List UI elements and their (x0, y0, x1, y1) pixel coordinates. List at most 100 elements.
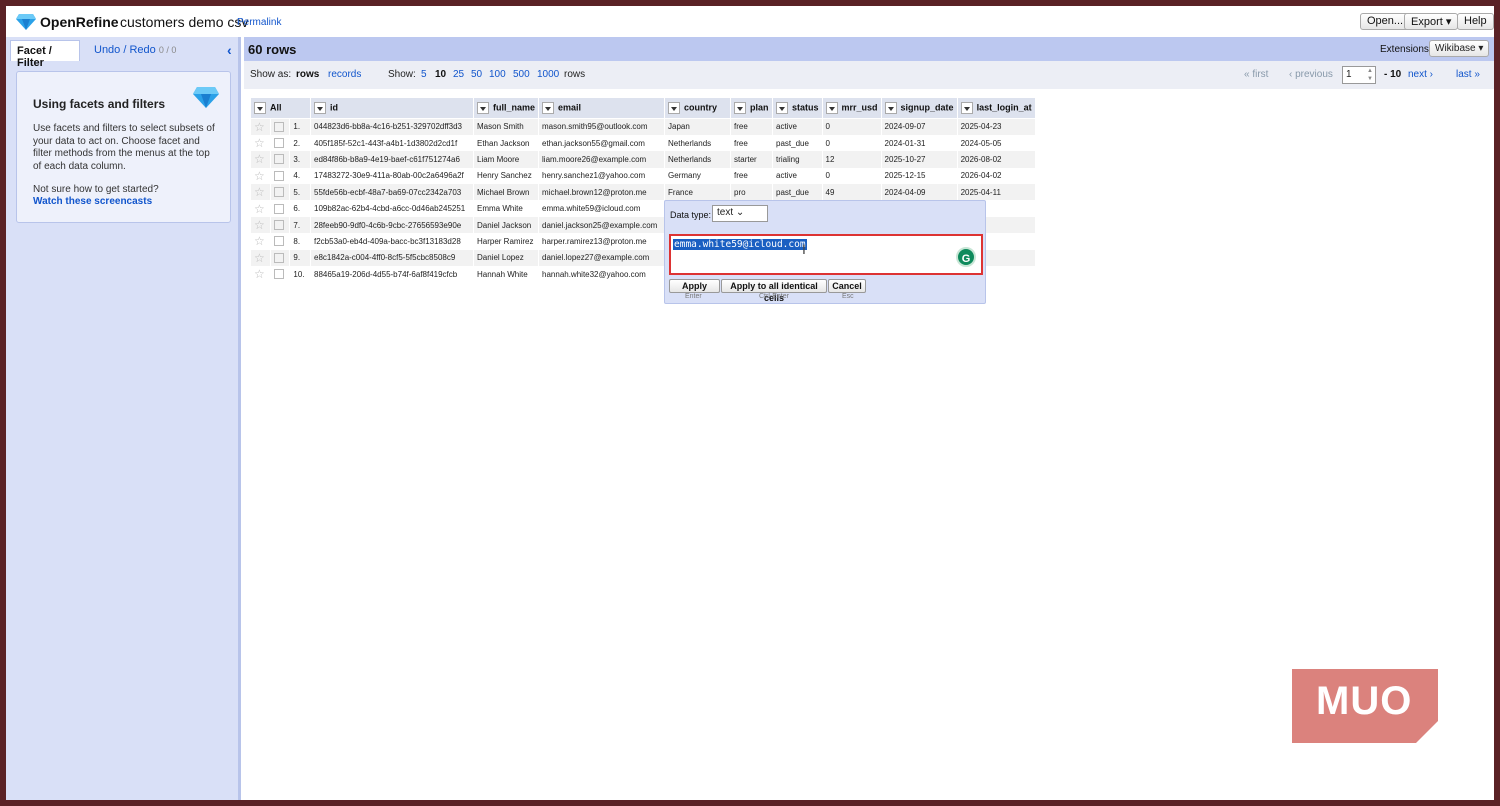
table-cell[interactable]: liam.moore26@example.com (538, 151, 665, 168)
column-menu-arrow-icon[interactable] (825, 102, 838, 114)
table-cell[interactable]: starter (730, 151, 773, 168)
table-cell[interactable]: 12 (821, 151, 882, 168)
page-size-500[interactable]: 500 (513, 69, 530, 80)
star-cell[interactable]: ☆ (249, 118, 271, 135)
star-icon[interactable]: ☆ (254, 185, 265, 199)
star-cell[interactable]: ☆ (249, 184, 271, 201)
flag-icon[interactable] (274, 154, 285, 165)
next-page-link[interactable]: next › (1408, 69, 1433, 80)
table-cell[interactable]: ethan.jackson55@gmail.com (538, 134, 665, 152)
table-cell[interactable]: Michael Brown (472, 184, 539, 201)
column-menu-arrow-icon[interactable] (542, 102, 555, 114)
table-cell[interactable]: henry.sanchez1@yahoo.com (538, 167, 665, 185)
star-cell[interactable]: ☆ (249, 216, 271, 234)
star-cell[interactable]: ☆ (249, 233, 271, 250)
table-cell[interactable]: free (730, 167, 773, 185)
star-icon[interactable]: ☆ (254, 267, 265, 281)
flag-cell[interactable] (270, 134, 290, 152)
column-header-full-name[interactable]: full_name (472, 97, 540, 119)
table-cell[interactable]: pro (730, 184, 773, 201)
column-menu-arrow-icon[interactable] (477, 102, 489, 114)
grammarly-icon[interactable]: G (956, 247, 976, 267)
table-cell[interactable]: 109b82ac-62b4-4cbd-a6cc-0d46ab245251 (310, 200, 474, 217)
table-cell[interactable]: 0 (821, 134, 882, 152)
star-icon[interactable]: ☆ (254, 251, 265, 265)
column-menu-arrow-icon[interactable] (960, 102, 973, 114)
page-size-10[interactable]: 10 (435, 69, 446, 80)
flag-cell[interactable] (270, 118, 290, 135)
cancel-button[interactable]: Cancel (828, 279, 866, 293)
column-header-id[interactable]: id (310, 97, 474, 119)
star-cell[interactable]: ☆ (249, 167, 271, 185)
table-cell[interactable]: free (730, 118, 773, 135)
page-size-5[interactable]: 5 (421, 69, 427, 80)
star-cell[interactable]: ☆ (249, 134, 271, 152)
table-cell[interactable]: Netherlands (664, 151, 731, 168)
column-menu-arrow-icon[interactable] (734, 102, 747, 114)
column-header-signup-date[interactable]: signup_date (880, 97, 958, 119)
table-cell[interactable]: 55fde56b-ecbf-48a7-ba69-07cc2342a703 (310, 184, 474, 201)
apply-button[interactable]: Apply (669, 279, 720, 293)
table-cell[interactable]: harper.ramirez13@proton.me (538, 233, 665, 250)
table-cell[interactable]: Netherlands (664, 134, 731, 152)
table-cell[interactable]: 49 (821, 184, 882, 201)
table-cell[interactable]: past_due (772, 184, 823, 201)
table-cell[interactable]: 2024-04-09 (880, 184, 958, 201)
flag-cell[interactable] (270, 249, 290, 267)
previous-page-link[interactable]: ‹ previous (1289, 69, 1333, 80)
table-cell[interactable]: hannah.white32@yahoo.com (538, 266, 665, 283)
column-header-email[interactable]: email (538, 97, 666, 119)
star-cell[interactable]: ☆ (249, 200, 271, 217)
table-cell[interactable]: 0 (821, 118, 882, 135)
table-cell[interactable]: 17483272-30e9-411a-80ab-00c2a6496a2f (310, 167, 474, 185)
page-spinner-icon[interactable]: ▲ ▼ (1364, 67, 1376, 83)
column-menu-arrow-icon[interactable] (884, 102, 897, 114)
table-cell[interactable]: 88465a19-206d-4d55-b74f-6af8f419cfcb (310, 266, 474, 283)
table-cell[interactable]: 2025-12-15 (880, 167, 958, 185)
star-cell[interactable]: ☆ (249, 151, 271, 168)
flag-icon[interactable] (274, 236, 285, 247)
table-cell[interactable]: daniel.lopez27@example.com (538, 249, 665, 267)
table-cell[interactable]: mason.smith95@outlook.com (538, 118, 665, 135)
star-icon[interactable]: ☆ (254, 152, 265, 166)
show-as-records[interactable]: records (328, 69, 361, 80)
flag-cell[interactable] (270, 151, 290, 168)
project-name[interactable]: customers demo csv (120, 14, 248, 30)
star-icon[interactable]: ☆ (254, 218, 265, 232)
table-cell[interactable]: France (664, 184, 731, 201)
table-cell[interactable]: 2025-04-11 (956, 184, 1036, 201)
column-menu-arrow-icon[interactable] (668, 102, 681, 114)
column-header-plan[interactable]: plan (730, 97, 774, 119)
table-cell[interactable]: Emma White (472, 200, 539, 217)
all-menu-arrow-icon[interactable] (254, 102, 266, 114)
table-cell[interactable]: Japan (664, 118, 731, 135)
help-button[interactable]: Help (1457, 13, 1494, 30)
table-cell[interactable]: 405f185f-52c1-443f-a4b1-1d3802d2cd1f (310, 134, 474, 152)
table-cell[interactable]: ed84f86b-b8a9-4e19-baef-c61f751274a6 (310, 151, 474, 168)
collapse-panel-icon[interactable]: ‹ (227, 42, 232, 58)
table-cell[interactable]: 2026-08-02 (956, 151, 1036, 168)
star-icon[interactable]: ☆ (254, 234, 265, 248)
table-cell[interactable]: trialing (772, 151, 823, 168)
data-type-select[interactable]: text ⌄ (712, 205, 768, 222)
table-cell[interactable]: active (772, 118, 823, 135)
star-cell[interactable]: ☆ (249, 249, 271, 267)
table-cell[interactable]: 2025-10-27 (880, 151, 958, 168)
flag-cell[interactable] (270, 266, 290, 283)
table-cell[interactable]: Daniel Jackson (472, 216, 539, 234)
flag-icon[interactable] (274, 170, 285, 181)
column-menu-arrow-icon[interactable] (776, 102, 789, 114)
table-cell[interactable]: emma.white59@icloud.com (538, 200, 665, 217)
screencasts-link[interactable]: Watch these screencasts (33, 196, 152, 207)
column-header-mrr-usd[interactable]: mrr_usd (821, 97, 882, 119)
flag-cell[interactable] (270, 200, 290, 217)
table-cell[interactable]: e8c1842a-c004-4ff0-8cf5-5f5cbc8508c9 (310, 249, 474, 267)
page-size-100[interactable]: 100 (489, 69, 506, 80)
column-header-country[interactable]: country (664, 97, 732, 119)
all-column-header[interactable]: All (250, 97, 311, 119)
table-cell[interactable]: 2024-01-31 (880, 134, 958, 152)
star-icon[interactable]: ☆ (254, 202, 265, 216)
table-cell[interactable]: free (730, 134, 773, 152)
column-menu-arrow-icon[interactable] (314, 102, 326, 114)
page-size-50[interactable]: 50 (471, 69, 482, 80)
